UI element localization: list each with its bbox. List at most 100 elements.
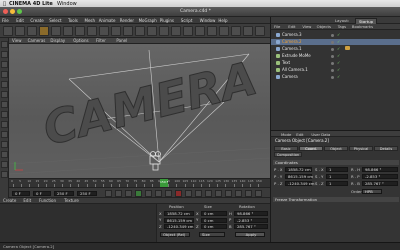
coord-size-field[interactable]: 0 cm bbox=[201, 224, 227, 229]
model-mode-icon[interactable] bbox=[1, 41, 8, 48]
material-menu-texture[interactable]: Texture bbox=[64, 199, 79, 203]
object-name[interactable]: Camera.1 bbox=[282, 47, 302, 51]
om-menu-tags[interactable]: Tags bbox=[338, 25, 346, 29]
current-frame-field[interactable]: 0 F bbox=[33, 191, 51, 196]
viewport[interactable]: CAMERA bbox=[9, 44, 270, 178]
coord-position-field[interactable]: -1240.349 cm bbox=[164, 224, 194, 229]
pen-icon[interactable] bbox=[183, 26, 193, 36]
material-menu-function[interactable]: Function bbox=[39, 199, 56, 203]
live-select-icon[interactable] bbox=[27, 26, 37, 36]
om-menu-view[interactable]: View bbox=[302, 25, 311, 29]
axis-mode-icon[interactable] bbox=[1, 111, 8, 118]
subdivision-icon[interactable] bbox=[195, 26, 205, 36]
menu-animate[interactable]: Animate bbox=[99, 18, 116, 23]
z-axis-icon[interactable] bbox=[111, 26, 121, 36]
menu-help[interactable]: Help bbox=[218, 18, 227, 23]
enabled-check-icon[interactable]: ✓ bbox=[337, 39, 340, 44]
attr-scale-field[interactable]: 1 bbox=[326, 167, 348, 172]
menu-render[interactable]: Render bbox=[120, 18, 134, 23]
enabled-check-icon[interactable]: ✓ bbox=[337, 46, 340, 51]
start-frame-field[interactable]: 0 F bbox=[12, 191, 30, 196]
paint-mode-icon[interactable] bbox=[1, 151, 8, 158]
object-name[interactable]: Text bbox=[282, 61, 290, 65]
object-row[interactable]: All Camera.1 ✓ bbox=[271, 67, 400, 73]
object-name[interactable]: All Camera.1 bbox=[282, 68, 308, 72]
attr-menu-edit[interactable]: Edit bbox=[296, 132, 303, 137]
visibility-dots-icon[interactable] bbox=[331, 40, 334, 44]
object-row[interactable]: Camera.3 ✓ bbox=[271, 32, 400, 38]
param-key-icon[interactable] bbox=[235, 190, 242, 197]
viewport-menu-view[interactable]: View bbox=[12, 39, 22, 43]
coord-size-field[interactable]: 0 cm bbox=[201, 211, 227, 216]
lock-mode-icon[interactable] bbox=[1, 131, 8, 138]
y-axis-icon[interactable] bbox=[99, 26, 109, 36]
menu-select[interactable]: Select bbox=[49, 18, 61, 23]
workplane-mode-icon[interactable] bbox=[1, 61, 8, 68]
viewport-menu-cameras[interactable]: Cameras bbox=[28, 39, 46, 43]
coord-rotation-field[interactable]: 98.866 ° bbox=[234, 211, 268, 216]
next-key-icon[interactable] bbox=[155, 190, 162, 197]
record-icon[interactable] bbox=[175, 190, 182, 197]
pos-key-icon[interactable] bbox=[205, 190, 212, 197]
zoom-button[interactable] bbox=[17, 9, 22, 14]
attr-pos-field[interactable]: -1240.349 cm bbox=[285, 181, 314, 186]
go-end-icon[interactable] bbox=[165, 190, 172, 197]
move-icon[interactable] bbox=[39, 26, 49, 36]
object-row[interactable]: Camera.2 ✓ bbox=[271, 39, 400, 45]
om-menu-bookmarks[interactable]: Bookmarks bbox=[352, 25, 373, 29]
om-menu-objects[interactable]: Objects bbox=[317, 25, 331, 29]
redo-icon[interactable] bbox=[15, 26, 25, 36]
menu-tools[interactable]: Tools bbox=[68, 18, 78, 23]
cube-icon[interactable] bbox=[171, 26, 181, 36]
menu-plugins[interactable]: Plugins bbox=[160, 18, 174, 23]
object-list[interactable]: Camera.3 ✓ Camera.2 ✓ Camera.1 ✓ Extrude MoMe ✓… bbox=[270, 30, 400, 130]
visibility-dots-icon[interactable] bbox=[331, 68, 334, 72]
visibility-dots-icon[interactable] bbox=[331, 61, 334, 65]
material-area[interactable] bbox=[0, 204, 156, 242]
prev-key-icon[interactable] bbox=[115, 190, 122, 197]
coord-mode-dropdown[interactable]: Object (Rel) bbox=[160, 232, 190, 237]
om-menu-file[interactable]: File bbox=[274, 25, 280, 29]
tab-composition[interactable]: Composition bbox=[274, 152, 302, 157]
section-freeze-transformation[interactable]: Freeze Transformation bbox=[273, 197, 399, 202]
viewport-menu-options[interactable]: Options bbox=[73, 39, 88, 43]
tab-object[interactable]: Object bbox=[324, 146, 348, 151]
minimize-button[interactable] bbox=[10, 9, 15, 14]
world-icon[interactable] bbox=[123, 26, 133, 36]
close-button[interactable] bbox=[3, 9, 8, 14]
attr-rot-field[interactable]: 285.767 ° bbox=[362, 181, 398, 186]
texture-mode-icon[interactable] bbox=[1, 51, 8, 58]
visibility-dots-icon[interactable] bbox=[331, 54, 334, 58]
target-tag-icon[interactable] bbox=[345, 46, 350, 50]
attr-scale-field[interactable]: 1 bbox=[326, 174, 348, 179]
enabled-check-icon[interactable]: ✓ bbox=[337, 74, 340, 79]
object-name[interactable]: Camera.2 bbox=[282, 40, 302, 44]
coord-size-mode-dropdown[interactable]: Size bbox=[199, 232, 225, 237]
recent-icon[interactable] bbox=[75, 26, 85, 36]
enabled-check-icon[interactable]: ✓ bbox=[337, 53, 340, 58]
attr-rot-field[interactable]: -2.853 ° bbox=[362, 174, 398, 179]
coord-position-field[interactable]: 8615.159 cm bbox=[164, 217, 194, 223]
object-name[interactable]: Extrude MoMe bbox=[282, 54, 311, 58]
auto-key-icon[interactable] bbox=[185, 190, 192, 197]
scheme-icon[interactable] bbox=[255, 190, 262, 197]
render-view-icon[interactable] bbox=[135, 26, 145, 36]
array-icon[interactable] bbox=[207, 26, 217, 36]
object-row[interactable]: Camera.1 ✓ bbox=[271, 46, 400, 52]
deform-mode-icon[interactable] bbox=[1, 161, 8, 168]
go-start-icon[interactable] bbox=[105, 190, 112, 197]
attr-menu-mode[interactable]: Mode bbox=[281, 132, 291, 137]
timeline-ruler[interactable]: 0510152025303540455055606570758085909510… bbox=[9, 178, 270, 187]
end-frame-field[interactable]: 250 F bbox=[54, 191, 74, 196]
visibility-dots-icon[interactable] bbox=[331, 33, 334, 37]
menu-script[interactable]: Script bbox=[181, 18, 193, 23]
menu-mograph[interactable]: MoGraph bbox=[139, 18, 157, 23]
light-icon[interactable] bbox=[255, 26, 265, 36]
enabled-check-icon[interactable]: ✓ bbox=[337, 60, 340, 65]
menu-create[interactable]: Create bbox=[30, 18, 43, 23]
scale-icon[interactable] bbox=[51, 26, 61, 36]
material-menu-create[interactable]: Create bbox=[3, 199, 16, 203]
visibility-dots-icon[interactable] bbox=[331, 47, 334, 51]
polygons-mode-icon[interactable] bbox=[1, 91, 8, 98]
object-row[interactable]: Camera ✓ bbox=[271, 74, 400, 80]
